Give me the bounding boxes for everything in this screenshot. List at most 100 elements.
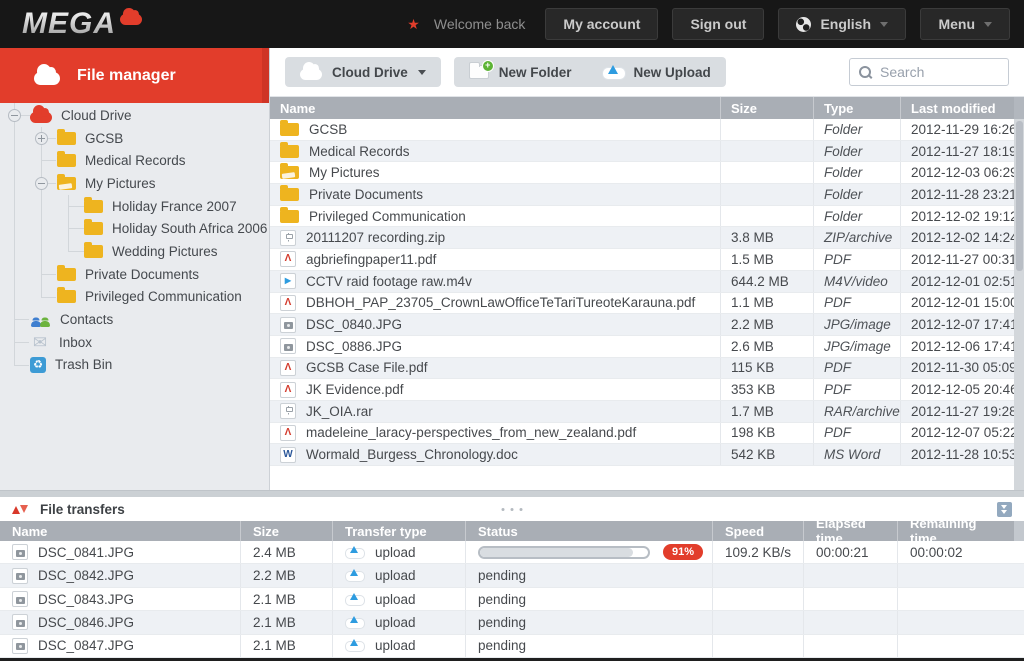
- mega-cloud-icon: [120, 14, 142, 25]
- file-modified: 2012-12-07 05:22: [911, 425, 1014, 440]
- scrollbar-top: [1014, 97, 1024, 119]
- sidebar-item-inbox[interactable]: ✉Inbox: [0, 331, 269, 354]
- transfer-status: pending: [478, 568, 526, 583]
- new-folder-button[interactable]: New Folder: [454, 57, 587, 87]
- sidebar-item-label: My Pictures: [85, 176, 156, 191]
- file-row-cctv-raid-footage-raw-m4v[interactable]: ▶CCTV raid footage raw.m4v644.2 MBM4V/vi…: [270, 271, 1014, 293]
- my-account-button[interactable]: My account: [545, 8, 658, 40]
- sidebar-item-trash-bin[interactable]: ♻Trash Bin: [0, 354, 269, 377]
- file-modified-cell: 2012-12-07 17:41: [900, 314, 1014, 335]
- folder-icon: [280, 210, 299, 223]
- transfer-size: 2.1 MB: [253, 592, 296, 607]
- file-type: PDF: [824, 295, 851, 310]
- column-header-type[interactable]: Type: [813, 97, 900, 119]
- file-row-medical-records[interactable]: Medical RecordsFolder2012-11-27 18:19: [270, 141, 1014, 163]
- file-type: PDF: [824, 252, 851, 267]
- new-upload-button[interactable]: New Upload: [587, 57, 726, 87]
- file-row-gcsb-case-file-pdf[interactable]: ΛGCSB Case File.pdf115 KBPDF2012-11-30 0…: [270, 358, 1014, 380]
- sidebar-item-private-documents[interactable]: Private Documents: [0, 263, 269, 286]
- transfer-remaining-cell: [897, 635, 1024, 657]
- pdf-icon: Λ: [280, 360, 296, 376]
- file-size: 353 KB: [731, 382, 775, 397]
- file-type-cell: ZIP/archive: [813, 227, 900, 248]
- sidebar-item-wedding-pictures[interactable]: Wedding Pictures: [0, 240, 269, 263]
- folder-icon: [57, 268, 76, 281]
- transfer-row-dsc-0846-jpg[interactable]: DSC_0846.JPG2.1 MBuploadpending: [0, 611, 1024, 634]
- star-icon: ★: [407, 16, 420, 33]
- transfers-titlebar: File transfers: [0, 497, 1024, 521]
- transfer-name-cell: DSC_0847.JPG: [0, 635, 240, 657]
- pdf-icon: Λ: [280, 251, 296, 267]
- minimize-transfers-button[interactable]: [997, 502, 1012, 517]
- sidebar-item-my-pictures[interactable]: My Pictures: [0, 172, 269, 195]
- sidebar-item-cloud-drive[interactable]: Cloud Drive: [0, 104, 269, 127]
- menu-button[interactable]: Menu: [920, 8, 1010, 40]
- new-folder-label: New Folder: [499, 65, 572, 80]
- file-row-gcsb[interactable]: GCSBFolder2012-11-29 16:26: [270, 119, 1014, 141]
- file-size-cell: [720, 162, 813, 183]
- search-box[interactable]: [849, 58, 1009, 86]
- transfer-row-dsc-0842-jpg[interactable]: DSC_0842.JPG2.2 MBuploadpending: [0, 564, 1024, 587]
- sidebar-item-holiday-south-africa-2006[interactable]: Holiday South Africa 2006: [0, 217, 269, 240]
- expand-icon[interactable]: [35, 132, 48, 145]
- file-row-dbhoh-pap-23705-crownlawofficetetaritureotekarauna-pdf[interactable]: ΛDBHOH_PAP_23705_CrownLawOfficeTeTariTur…: [270, 293, 1014, 315]
- scrollbar[interactable]: [1014, 97, 1024, 490]
- file-row-jk-evidence-pdf[interactable]: ΛJK Evidence.pdf353 KBPDF2012-12-05 20:4…: [270, 379, 1014, 401]
- file-name-cell: ΛJK Evidence.pdf: [270, 379, 720, 400]
- transfer-speed-cell: 109.2 KB/s: [712, 541, 803, 563]
- transfer-size: 2.4 MB: [253, 545, 296, 560]
- file-row-dsc-0886-jpg[interactable]: DSC_0886.JPG2.6 MBJPG/image2012-12-06 17…: [270, 336, 1014, 358]
- transfer-row-dsc-0841-jpg[interactable]: DSC_0841.JPG2.4 MBupload91%109.2 KB/s00:…: [0, 541, 1024, 564]
- word-icon: W: [280, 447, 296, 463]
- mega-logo[interactable]: MEGA: [22, 6, 142, 42]
- file-row-wormald-burgess-chronology-doc[interactable]: WWormald_Burgess_Chronology.doc542 KBMS …: [270, 444, 1014, 466]
- file-row-madeleine-laracy-perspectives-from-new-zealand-pdf[interactable]: Λmadeleine_laracy-perspectives_from_new_…: [270, 423, 1014, 445]
- search-input[interactable]: [880, 64, 999, 80]
- folder-open-icon: [57, 177, 76, 190]
- file-modified-cell: 2012-12-01 02:51: [900, 271, 1014, 292]
- pdf-icon: Λ: [280, 382, 296, 398]
- file-row-agbriefingpaper11-pdf[interactable]: Λagbriefingpaper11.pdf1.5 MBPDF2012-11-2…: [270, 249, 1014, 271]
- transfer-size: 2.1 MB: [253, 615, 296, 630]
- collapse-icon[interactable]: [8, 109, 21, 122]
- file-size: 2.2 MB: [731, 317, 774, 332]
- file-row-dsc-0840-jpg[interactable]: DSC_0840.JPG2.2 MBJPG/image2012-12-07 17…: [270, 314, 1014, 336]
- file-table-main: NameSizeTypeLast modified GCSBFolder2012…: [270, 97, 1014, 490]
- file-name-cell: My Pictures: [270, 162, 720, 183]
- sidebar-item-label: Contacts: [60, 312, 113, 327]
- file-name-cell: GCSB: [270, 119, 720, 140]
- sidebar-item-contacts[interactable]: Contacts: [0, 308, 269, 331]
- transfer-name-cell: DSC_0843.JPG: [0, 588, 240, 610]
- sidebar-item-privileged-communication[interactable]: Privileged Communication: [0, 286, 269, 309]
- transfer-speed: 109.2 KB/s: [725, 545, 791, 560]
- column-header-name[interactable]: Name: [270, 97, 720, 119]
- drag-handle[interactable]: [502, 508, 523, 511]
- column-header-last-modified[interactable]: Last modified: [900, 97, 1014, 119]
- sidebar-item-label: GCSB: [85, 131, 123, 146]
- file-row-my-pictures[interactable]: My PicturesFolder2012-12-03 06:29: [270, 162, 1014, 184]
- upload-icon: [345, 569, 363, 582]
- scrollbar-thumb[interactable]: [1016, 121, 1023, 271]
- language-selector[interactable]: English: [778, 8, 906, 40]
- transfer-row-dsc-0843-jpg[interactable]: DSC_0843.JPG2.1 MBuploadpending: [0, 588, 1024, 611]
- file-name-cell: Medical Records: [270, 141, 720, 162]
- column-header-size[interactable]: Size: [720, 97, 813, 119]
- file-row-private-documents[interactable]: Private DocumentsFolder2012-11-28 23:21: [270, 184, 1014, 206]
- file-modified-cell: 2012-11-27 18:19: [900, 141, 1014, 162]
- sidebar-item-label: Holiday France 2007: [112, 199, 237, 214]
- sidebar-item-holiday-france-2007[interactable]: Holiday France 2007: [0, 195, 269, 218]
- cloud-drive-button[interactable]: Cloud Drive: [285, 57, 441, 87]
- sidebar-item-medical-records[interactable]: Medical Records: [0, 149, 269, 172]
- collapse-icon[interactable]: [35, 177, 48, 190]
- transfer-row-dsc-0847-jpg[interactable]: DSC_0847.JPG2.1 MBuploadpending: [0, 635, 1024, 658]
- file-row-jk-oia-rar[interactable]: JK_OIA.rar1.7 MBRAR/archive2012-11-27 19…: [270, 401, 1014, 423]
- sign-out-button[interactable]: Sign out: [672, 8, 764, 40]
- sidebar-item-gcsb[interactable]: GCSB: [0, 127, 269, 150]
- file-row-20111207-recording-zip[interactable]: 20111207 recording.zip3.8 MBZIP/archive2…: [270, 227, 1014, 249]
- sidebar-item-label: Cloud Drive: [61, 108, 132, 123]
- file-row-privileged-communication[interactable]: Privileged CommunicationFolder2012-12-02…: [270, 206, 1014, 228]
- transfer-size-cell: 2.2 MB: [240, 564, 332, 586]
- transfer-name-cell: DSC_0842.JPG: [0, 564, 240, 586]
- transfers-table-header: NameSizeTransfer typeStatusSpeedElapsed …: [0, 521, 1024, 541]
- file-type-cell: PDF: [813, 293, 900, 314]
